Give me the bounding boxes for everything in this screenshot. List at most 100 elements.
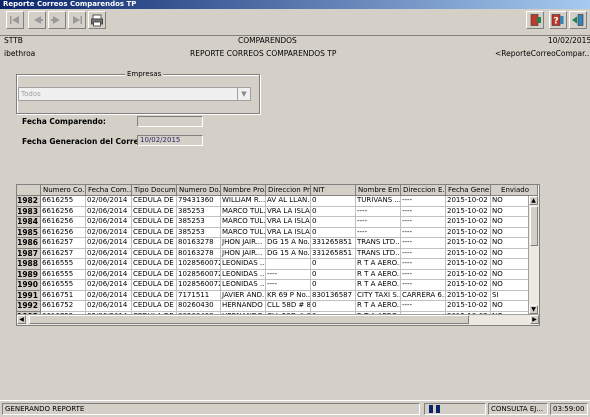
- table-cell[interactable]: 385253: [177, 206, 221, 217]
- table-cell[interactable]: 830136587: [311, 290, 356, 301]
- table-cell[interactable]: 6616555: [41, 280, 86, 291]
- table-cell[interactable]: R T A AERO...: [356, 280, 401, 291]
- table-cell[interactable]: 02/06/2014: [86, 238, 132, 249]
- table-cell[interactable]: 79431360: [177, 196, 221, 207]
- table-cell[interactable]: LEONIDAS ...: [221, 280, 266, 291]
- column-header[interactable]: Numero Co...: [41, 185, 86, 196]
- table-cell[interactable]: 6616751: [41, 290, 86, 301]
- chevron-down-icon[interactable]: ▼: [237, 88, 250, 100]
- table-cell[interactable]: HERNANDO ...: [221, 301, 266, 312]
- table-cell[interactable]: 2015-10-02: [446, 269, 491, 280]
- table-cell[interactable]: 0: [311, 259, 356, 270]
- table-cell[interactable]: 02/06/2014: [86, 206, 132, 217]
- table-cell[interactable]: 02/06/2014: [86, 259, 132, 270]
- horizontal-scrollbar[interactable]: ◀ ▶: [17, 314, 539, 325]
- table-cell[interactable]: 6616256: [41, 206, 86, 217]
- table-cell[interactable]: 2015-10-02: [446, 196, 491, 207]
- table-cell[interactable]: ----: [401, 217, 446, 228]
- scroll-left-icon[interactable]: ◀: [17, 315, 26, 324]
- scroll-down-icon[interactable]: ▼: [529, 305, 538, 314]
- table-cell[interactable]: CEDULA DE ...: [132, 206, 177, 217]
- table-cell[interactable]: 0: [311, 217, 356, 228]
- table-cell[interactable]: ----: [356, 206, 401, 217]
- table-cell[interactable]: ----: [356, 227, 401, 238]
- report-grid[interactable]: Numero Co...Fecha Com...Tipo Docum...Num…: [16, 184, 540, 326]
- table-cell[interactable]: ----: [401, 301, 446, 312]
- table-cell[interactable]: CEDULA DE ...: [132, 248, 177, 259]
- table-row[interactable]: 1987661625702/06/2014CEDULA DE ...801632…: [17, 248, 538, 259]
- table-cell[interactable]: JHON JAIR...: [221, 248, 266, 259]
- table-cell[interactable]: 0: [311, 269, 356, 280]
- fecha-generacion-field[interactable]: 10/02/2015: [137, 135, 203, 146]
- table-cell[interactable]: MARCO TUL...: [221, 217, 266, 228]
- table-cell[interactable]: 6616257: [41, 248, 86, 259]
- table-cell[interactable]: JHON JAIR...: [221, 238, 266, 249]
- table-cell[interactable]: R T A AERO...: [356, 269, 401, 280]
- table-cell[interactable]: CEDULA DE ...: [132, 259, 177, 270]
- table-cell[interactable]: 6616555: [41, 269, 86, 280]
- table-cell[interactable]: CLL 58D # 8...: [266, 301, 311, 312]
- table-cell[interactable]: 2015-10-02: [446, 259, 491, 270]
- table-cell[interactable]: 2015-10-02: [446, 301, 491, 312]
- horizontal-scroll-thumb[interactable]: [29, 315, 469, 324]
- table-cell[interactable]: ----: [266, 269, 311, 280]
- table-cell[interactable]: 6616255: [41, 196, 86, 207]
- table-cell[interactable]: 6616555: [41, 259, 86, 270]
- logout-icon[interactable]: [569, 11, 587, 29]
- table-cell[interactable]: 2015-10-02: [446, 206, 491, 217]
- table-cell[interactable]: 0: [311, 206, 356, 217]
- table-cell[interactable]: ----: [401, 206, 446, 217]
- table-cell[interactable]: 7171511: [177, 290, 221, 301]
- table-row[interactable]: 1990661655502/06/2014CEDULA DE ...102856…: [17, 280, 538, 291]
- table-row[interactable]: 1989661655502/06/2014CEDULA DE ...102856…: [17, 269, 538, 280]
- column-header[interactable]: Direccion E...: [401, 185, 446, 196]
- table-row[interactable]: 1984661625602/06/2014CEDULA DE ...385253…: [17, 217, 538, 228]
- table-cell[interactable]: ----: [401, 196, 446, 207]
- table-cell[interactable]: LEONIDAS ...: [221, 269, 266, 280]
- table-cell[interactable]: VRA LA ISLA...: [266, 217, 311, 228]
- table-cell[interactable]: [266, 259, 311, 270]
- scroll-right-icon[interactable]: ▶: [530, 315, 539, 324]
- column-header[interactable]: Fecha Gene...: [446, 185, 491, 196]
- table-cell[interactable]: KR 69 P No...: [266, 290, 311, 301]
- table-cell[interactable]: 6616256: [41, 227, 86, 238]
- table-cell[interactable]: DG 15 A No...: [266, 248, 311, 259]
- fecha-comparendo-field[interactable]: [137, 116, 203, 127]
- table-cell[interactable]: 1028560072: [177, 269, 221, 280]
- table-cell[interactable]: 0: [311, 227, 356, 238]
- table-cell[interactable]: ----: [266, 280, 311, 291]
- table-row[interactable]: 1988661655502/06/2014CEDULA DE ...102856…: [17, 259, 538, 270]
- table-cell[interactable]: 0: [311, 196, 356, 207]
- table-cell[interactable]: 02/06/2014: [86, 248, 132, 259]
- table-row[interactable]: 1991661675102/06/2014CEDULA DE ...717151…: [17, 290, 538, 301]
- table-cell[interactable]: CEDULA DE ...: [132, 290, 177, 301]
- table-row[interactable]: 1983661625602/06/2014CEDULA DE ...385253…: [17, 206, 538, 217]
- column-header[interactable]: Direccion Pr...: [266, 185, 311, 196]
- table-cell[interactable]: 1028560072: [177, 280, 221, 291]
- table-cell[interactable]: R T A AERO...: [356, 259, 401, 270]
- help-icon[interactable]: ?: [549, 11, 567, 29]
- vertical-scrollbar[interactable]: ▲ ▼: [528, 196, 539, 314]
- table-cell[interactable]: AV AL LLAN...: [266, 196, 311, 207]
- table-cell[interactable]: CEDULA DE ...: [132, 238, 177, 249]
- column-header[interactable]: Nombre Em...: [356, 185, 401, 196]
- column-header[interactable]: Fecha Com...: [86, 185, 132, 196]
- scroll-up-icon[interactable]: ▲: [529, 196, 538, 205]
- table-cell[interactable]: WILLIAM R...: [221, 196, 266, 207]
- column-header[interactable]: Nombre Pro...: [221, 185, 266, 196]
- table-cell[interactable]: 02/06/2014: [86, 280, 132, 291]
- table-cell[interactable]: 02/06/2014: [86, 290, 132, 301]
- empresas-select[interactable]: Todos ▼: [18, 87, 251, 101]
- table-cell[interactable]: ----: [401, 259, 446, 270]
- table-cell[interactable]: 385253: [177, 217, 221, 228]
- table-cell[interactable]: 6616752: [41, 301, 86, 312]
- previous-record-icon[interactable]: [28, 11, 46, 29]
- table-cell[interactable]: VRA LA ISLA...: [266, 227, 311, 238]
- exit-door-icon[interactable]: [526, 11, 544, 29]
- vertical-scroll-thumb[interactable]: [530, 206, 538, 246]
- table-cell[interactable]: TURIVANS ...: [356, 196, 401, 207]
- table-cell[interactable]: 02/06/2014: [86, 301, 132, 312]
- table-cell[interactable]: 2015-10-02: [446, 280, 491, 291]
- table-cell[interactable]: MARCO TUL...: [221, 227, 266, 238]
- table-cell[interactable]: ----: [401, 269, 446, 280]
